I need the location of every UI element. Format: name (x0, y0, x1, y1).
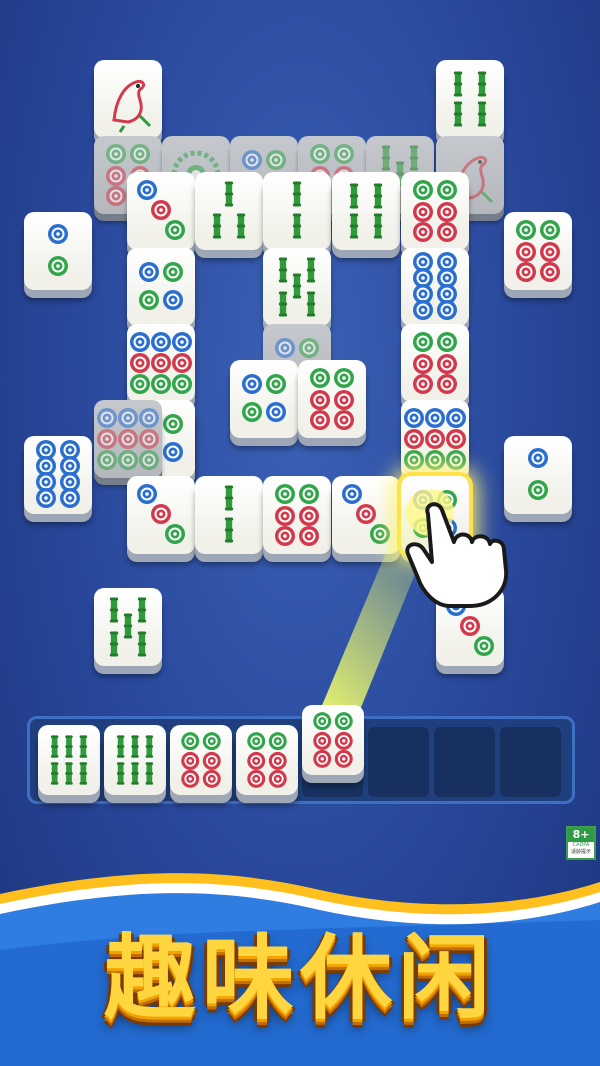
mahjong-tile-circle-8[interactable] (401, 248, 469, 326)
bamboo-3-tile-face-icon (212, 181, 246, 239)
bamboo-2-tile-face-icon (224, 485, 234, 543)
circle-6-tile-face-icon (310, 368, 354, 430)
mahjong-tile-bamboo-5[interactable] (94, 588, 162, 666)
circle-9-tile-face-icon (97, 408, 159, 470)
mahjong-tile-circle-2[interactable] (24, 212, 92, 290)
incoming-tile-circle-6 (302, 705, 364, 775)
mahjong-tile-circle-9[interactable] (127, 324, 195, 402)
tile-tray (27, 705, 575, 804)
mahjong-tile-bamboo-5[interactable] (263, 248, 331, 326)
circle-4-tile-face-icon (139, 262, 183, 310)
bamboo-5-tile-face-icon (278, 257, 316, 317)
circle-6-tile-face-icon (516, 220, 560, 282)
circle-3-tile-face-icon (137, 484, 185, 544)
bamboo-4-tile-face-icon (349, 183, 383, 239)
circle-2-tile-face-icon (48, 224, 68, 276)
circle-8-tile-face-icon (36, 440, 80, 508)
mahjong-tile-bamboo-4[interactable] (436, 60, 504, 138)
circle-8-tile-face-icon (413, 252, 457, 320)
mahjong-tile-bamboo-2[interactable] (263, 172, 331, 250)
mahjong-tile-circle-6[interactable] (401, 324, 469, 402)
tray-tile-circle-6 (170, 725, 232, 795)
bird-tile-face-icon (112, 80, 152, 133)
mahjong-tile-bamboo-3[interactable] (195, 172, 263, 250)
bamboo-2-tile-face-icon (292, 181, 302, 239)
circle-3-tile-face-icon (137, 180, 185, 240)
tray-slot (500, 727, 561, 797)
age-rating-org: CADPA (572, 842, 590, 848)
mahjong-tile-circle-4[interactable] (127, 248, 195, 326)
circle-6-tile-face-icon (413, 332, 457, 394)
mahjong-tile-circle-8[interactable] (24, 436, 92, 514)
bamboo-6-tile-face-icon (50, 735, 88, 785)
age-rating-note: 适龄提示 (570, 849, 591, 855)
mahjong-tile-circle-3[interactable] (127, 476, 195, 554)
tray-slot (434, 727, 495, 797)
tray-tile-bamboo-6 (38, 725, 100, 795)
mahjong-tile-circle-4[interactable] (230, 360, 298, 438)
game-title: 趣味休闲 (103, 924, 496, 1032)
circle-9-tile-face-icon (404, 408, 466, 470)
mahjong-tile-bird[interactable] (94, 60, 162, 138)
mahjong-tile-circle-3[interactable] (127, 172, 195, 250)
tray-slot (368, 727, 429, 797)
circle-4-tile-face-icon (242, 374, 286, 422)
pointer-hand-icon (405, 490, 509, 608)
mahjong-tile-circle-9[interactable] (401, 400, 469, 478)
bamboo-4-tile-face-icon (453, 71, 487, 127)
mahjong-tile-circle-3[interactable] (332, 476, 400, 554)
tray-tile-circle-6 (236, 725, 298, 795)
circle-6-tile-face-icon (313, 712, 353, 768)
mahjong-tile-circle-6[interactable] (263, 476, 331, 554)
circle-6-tile-face-icon (247, 732, 287, 788)
bamboo-5-tile-face-icon (109, 597, 147, 657)
mahjong-tile-circle-9[interactable] (94, 400, 162, 478)
circle-9-tile-face-icon (130, 332, 192, 394)
mahjong-tile-circle-6[interactable] (298, 360, 366, 438)
circle-3-tile-face-icon (342, 484, 390, 544)
circle-6-tile-face-icon (181, 732, 221, 788)
mahjong-tile-circle-6[interactable] (401, 172, 469, 250)
age-rating-badge: 8+ CADPA 适龄提示 (566, 826, 596, 860)
mahjong-tile-bamboo-2[interactable] (195, 476, 263, 554)
circle-6-tile-face-icon (275, 484, 319, 546)
circle-6-tile-face-icon (413, 180, 457, 242)
mahjong-tile-circle-6[interactable] (504, 212, 572, 290)
bamboo-6-tile-face-icon (116, 735, 154, 785)
age-rating-label: 8+ (568, 828, 594, 842)
tray-tile-bamboo-6 (104, 725, 166, 795)
mahjong-tile-bamboo-4[interactable] (332, 172, 400, 250)
